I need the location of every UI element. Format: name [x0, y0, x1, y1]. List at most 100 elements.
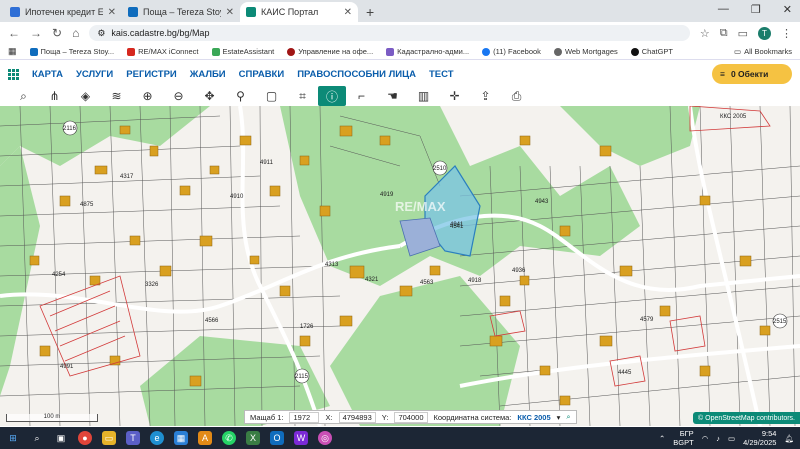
- edge-icon[interactable]: e: [150, 431, 164, 445]
- menu-test[interactable]: ТЕСТ: [429, 69, 454, 80]
- app-icon[interactable]: W: [294, 431, 308, 445]
- new-tab-button[interactable]: +: [358, 2, 382, 22]
- reload-icon[interactable]: ↻: [52, 26, 62, 40]
- coord-system-select[interactable]: ККС 2005: [517, 413, 550, 422]
- bookmark-favicon-icon: [482, 47, 491, 56]
- wifi-icon[interactable]: ◠: [702, 434, 709, 443]
- scale-input[interactable]: 1972: [289, 411, 320, 423]
- bookmarks-bar: ▦ Поща – Tereza Stoy... RE/MAX iConnect …: [0, 44, 800, 60]
- folder-icon: ▭: [733, 47, 742, 56]
- all-bookmarks-label: All Bookmarks: [744, 47, 792, 56]
- menu-complaints[interactable]: ЖАЛБИ: [190, 69, 226, 80]
- print-icon[interactable]: ⎙: [501, 86, 532, 106]
- back-icon[interactable]: ←: [8, 26, 20, 40]
- cadastral-map[interactable]: RE/MAX 2116 2115 2510 2515 ККС 2005 4919…: [0, 106, 800, 426]
- hand-icon[interactable]: ☚: [377, 86, 408, 106]
- all-bookmarks[interactable]: ▭ All Bookmarks: [734, 47, 792, 56]
- parcel-number: 1726: [300, 324, 314, 330]
- minimize-icon[interactable]: —: [718, 3, 729, 16]
- select-icon[interactable]: ⋔: [39, 86, 70, 106]
- store-icon[interactable]: ▦: [174, 431, 188, 445]
- task-view-icon[interactable]: ▣: [54, 431, 68, 445]
- copilot-icon[interactable]: ◎: [318, 431, 332, 445]
- teams-icon[interactable]: T: [126, 431, 140, 445]
- browser-tab-kais[interactable]: КАИС Портал ✕: [240, 2, 358, 22]
- notifications-icon[interactable]: 🔔︎: [784, 434, 794, 443]
- sidebar-icon[interactable]: ▭: [738, 27, 748, 40]
- book-icon[interactable]: ▥: [408, 86, 439, 106]
- extensions-icon[interactable]: ⧉: [720, 27, 728, 40]
- bookmark-cadastre[interactable]: Кадастрално-адми...: [386, 47, 469, 56]
- bookmark-label: Web Mortgages: [564, 47, 618, 56]
- menu-map[interactable]: КАРТА: [32, 69, 63, 80]
- apps-grid-icon[interactable]: ▦: [8, 46, 17, 57]
- volume-icon[interactable]: ♪: [716, 434, 720, 443]
- file-explorer-icon[interactable]: ▭: [102, 431, 116, 445]
- zoom-out-icon[interactable]: ⊖: [163, 86, 194, 106]
- app-icon[interactable]: X: [246, 431, 260, 445]
- crop-icon[interactable]: ⌗: [287, 86, 318, 106]
- avatar[interactable]: T: [758, 26, 771, 40]
- windows-start-icon[interactable]: ⊞: [6, 431, 20, 445]
- chrome-icon[interactable]: ●: [78, 431, 92, 445]
- bookmark-office[interactable]: Управление на офе...: [287, 47, 373, 56]
- info-icon[interactable]: ⓘ: [318, 86, 346, 106]
- parcel-number: 4317: [120, 174, 134, 180]
- bookmark-facebook[interactable]: (11) Facebook: [482, 47, 541, 56]
- outlook-icon[interactable]: O: [270, 431, 284, 445]
- menu-qualified-persons[interactable]: ПРАВОСПОСОБНИ ЛИЦА: [297, 69, 416, 80]
- chevron-down-icon[interactable]: ▾: [557, 413, 561, 422]
- site-info-icon[interactable]: ⚙: [97, 28, 105, 39]
- bookmark-mortgages[interactable]: Web Mortgages: [553, 47, 618, 56]
- close-window-icon[interactable]: ✕: [783, 3, 792, 16]
- parcel-number: 4579: [640, 317, 654, 323]
- crosshair-icon[interactable]: ✛: [439, 86, 470, 106]
- url-field[interactable]: ⚙ kais.cadastre.bg/bg/Map: [89, 25, 690, 41]
- browser-menu-icon[interactable]: ⋮: [781, 27, 792, 40]
- parcel-number: 4563: [420, 280, 434, 286]
- chevron-up-icon[interactable]: ⌃: [659, 434, 665, 443]
- layers-icon[interactable]: ◈: [70, 86, 101, 106]
- attribution[interactable]: © OpenStreetMap contributors.: [693, 412, 800, 424]
- browser-tab-mortgage[interactable]: Ипотечен кредит EX16905 по... ✕: [4, 2, 122, 22]
- clock[interactable]: 9:54 4/29/2025: [743, 429, 776, 447]
- search-icon[interactable]: ⌕: [30, 431, 44, 445]
- search-icon[interactable]: ⌕: [8, 86, 39, 106]
- app-icon[interactable]: A: [198, 431, 212, 445]
- bookmark-favicon-icon: [29, 47, 38, 56]
- export-icon[interactable]: ⇪: [470, 86, 501, 106]
- bookmark-star-icon[interactable]: ☆: [700, 27, 710, 40]
- battery-icon[interactable]: ▭: [728, 434, 735, 443]
- browser-tab-mail[interactable]: Поща – Tereza Stoyanova – Ou... ✕: [122, 2, 240, 22]
- apps-menu-icon[interactable]: [8, 68, 19, 80]
- bookmark-remax[interactable]: RE/MAX iConnect: [127, 47, 199, 56]
- y-coordinate: 704000: [394, 411, 428, 423]
- map-canvas[interactable]: RE/MAX 2116 2115 2510 2515 ККС 2005 4919…: [0, 106, 800, 426]
- forward-icon[interactable]: →: [30, 26, 42, 40]
- maximize-icon[interactable]: ❐: [751, 3, 761, 16]
- rectangle-icon[interactable]: ▢: [256, 86, 287, 106]
- close-icon[interactable]: ✕: [226, 7, 234, 18]
- home-icon[interactable]: ⌂: [72, 26, 79, 40]
- search-icon[interactable]: ⌕: [566, 412, 570, 422]
- tab-strip: Ипотечен кредит EX16905 по... ✕ Поща – T…: [0, 0, 800, 22]
- menu-services[interactable]: УСЛУГИ: [76, 69, 113, 80]
- menu-registers[interactable]: РЕГИСТРИ: [126, 69, 176, 80]
- close-icon[interactable]: ✕: [344, 7, 352, 18]
- language-indicator[interactable]: БГР BGPT: [673, 429, 693, 447]
- pan-icon[interactable]: ✥: [194, 86, 225, 106]
- parcel-number: 4254: [52, 272, 66, 278]
- os-taskbar: ⊞ ⌕ ▣ ● ▭ T e ▦ A ✆ X O W ◎ ⌃ БГР BGPT ◠…: [0, 427, 800, 449]
- pin-icon[interactable]: ⚲: [225, 86, 256, 106]
- y-label: Y:: [381, 412, 389, 422]
- whatsapp-icon[interactable]: ✆: [222, 431, 236, 445]
- measure-icon[interactable]: ⌐: [346, 86, 377, 106]
- close-icon[interactable]: ✕: [108, 7, 116, 18]
- stack-icon[interactable]: ≋: [101, 86, 132, 106]
- bookmark-mail[interactable]: Поща – Tereza Stoy...: [29, 47, 114, 56]
- zoom-in-icon[interactable]: ⊕: [132, 86, 163, 106]
- objects-button[interactable]: ≡ 0 Обекти: [712, 64, 792, 84]
- menu-reports[interactable]: СПРАВКИ: [239, 69, 285, 80]
- bookmark-estate[interactable]: EstateAssistant: [211, 47, 274, 56]
- bookmark-chatgpt[interactable]: ChatGPT: [630, 47, 673, 56]
